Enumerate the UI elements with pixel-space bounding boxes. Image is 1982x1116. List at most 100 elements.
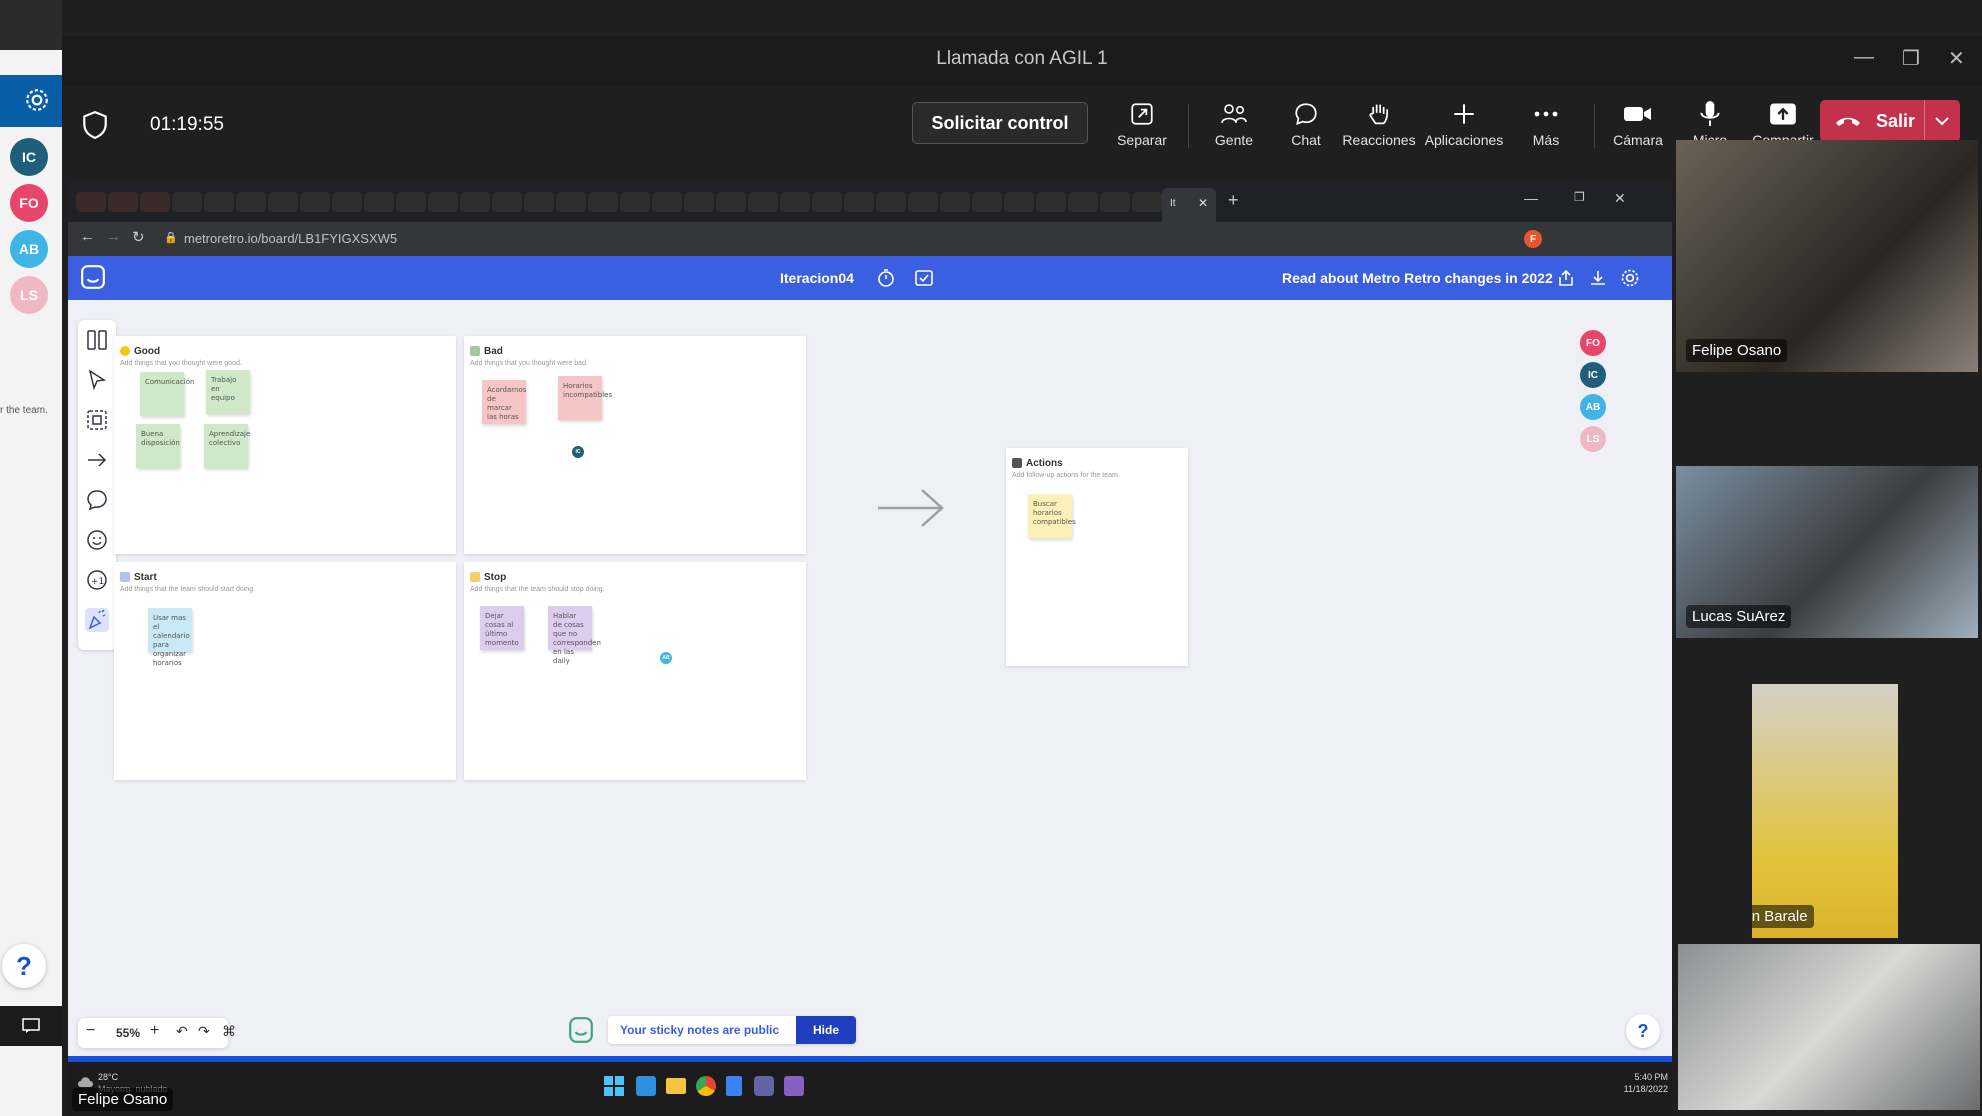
select-icon[interactable] <box>85 368 109 392</box>
browser-tab[interactable] <box>1004 192 1034 212</box>
video-tile[interactable]: Lucas SuArez <box>1676 466 1978 638</box>
participant-avatar[interactable]: FO <box>1580 330 1606 356</box>
shortcuts-icon[interactable]: ⌘ <box>222 1023 236 1040</box>
board-name[interactable]: Iteracion04 <box>780 270 854 286</box>
reload-icon[interactable]: ↻ <box>132 228 145 246</box>
browser-tab[interactable] <box>780 192 810 212</box>
browser-tab[interactable] <box>620 192 650 212</box>
browser-tab[interactable] <box>684 192 714 212</box>
request-control-button[interactable]: Solicitar control <box>912 102 1088 144</box>
celebrate-icon[interactable] <box>85 608 109 632</box>
metroretro-logo-icon[interactable] <box>80 264 106 290</box>
gear-icon[interactable] <box>24 87 50 113</box>
profile-avatar[interactable]: F <box>1524 230 1542 248</box>
video-tile[interactable]: Felipe Osano <box>1676 140 1978 372</box>
sticky-note[interactable]: Buscar horarios compatibles <box>1028 494 1076 538</box>
browser-tab[interactable] <box>140 192 170 212</box>
browser-tab[interactable] <box>492 192 522 212</box>
sticky-note[interactable]: Comunicación <box>140 372 194 416</box>
leave-button[interactable]: Salir <box>1820 100 1960 142</box>
timer-icon[interactable] <box>876 268 896 288</box>
participant-avatar[interactable]: AB <box>1580 394 1606 420</box>
back-icon[interactable]: ← <box>80 228 95 245</box>
sticky-note[interactable]: Dejar cosas al último momento <box>480 606 524 650</box>
zoom-out-icon[interactable]: − <box>86 1022 95 1040</box>
close-tab-icon[interactable]: ✕ <box>1198 196 1208 210</box>
visual-studio-icon[interactable] <box>784 1076 804 1096</box>
participant-avatar[interactable]: LS <box>1580 426 1606 452</box>
teams-icon[interactable] <box>754 1076 774 1096</box>
browser-tab[interactable] <box>1132 192 1162 212</box>
browser-tab[interactable] <box>428 192 458 212</box>
vscode-icon[interactable] <box>636 1076 656 1096</box>
sticky-note[interactable]: Acordarnos de marcar las horas <box>482 380 526 424</box>
sticky-note[interactable]: Usar mas el calendario para organizar ho… <box>148 608 192 667</box>
hide-button[interactable]: Hide <box>796 1016 856 1044</box>
chat-button[interactable]: Chat <box>1268 96 1344 148</box>
clock-date[interactable]: 11/18/2022 <box>1608 1084 1668 1094</box>
help-button[interactable]: ? <box>2 944 46 988</box>
reactions-button[interactable]: Reacciones <box>1334 96 1424 148</box>
browser-tab[interactable] <box>364 192 394 212</box>
settings-icon[interactable] <box>1620 268 1640 288</box>
browser-tab[interactable] <box>172 192 202 212</box>
restore-icon[interactable]: ❐ <box>1574 190 1585 204</box>
browser-tab[interactable] <box>460 192 490 212</box>
windows-start-icon[interactable] <box>604 1076 624 1096</box>
board-start[interactable]: Start Add things that the team should st… <box>114 562 456 780</box>
sticky-note[interactable]: Aprendizaje colectivo <box>204 424 250 468</box>
sticky-note[interactable]: Trabajo en equipo <box>206 370 250 414</box>
board-arrow-icon[interactable] <box>876 486 946 530</box>
arrow-icon[interactable] <box>85 448 109 472</box>
download-icon[interactable] <box>1588 268 1608 288</box>
browser-tab[interactable] <box>748 192 778 212</box>
board-good[interactable]: Good Add things that you thought were go… <box>114 336 456 554</box>
browser-tab[interactable] <box>300 192 330 212</box>
notepad-icon[interactable] <box>726 1076 742 1096</box>
new-tab-icon[interactable]: + <box>1228 190 1239 211</box>
people-button[interactable]: Gente <box>1196 96 1272 148</box>
weather-temperature[interactable]: 28°C <box>98 1072 118 1082</box>
participant-avatar[interactable]: IC <box>1580 362 1606 388</box>
browser-tab[interactable] <box>556 192 586 212</box>
browser-tab[interactable] <box>844 192 874 212</box>
browser-tab[interactable] <box>876 192 906 212</box>
browser-tab[interactable] <box>716 192 746 212</box>
restore-icon[interactable]: ❐ <box>1902 46 1920 71</box>
video-tile[interactable]: Agustin Barale <box>1752 684 1898 938</box>
undo-icon[interactable]: ↶ <box>176 1023 188 1040</box>
clock-time[interactable]: 5:40 PM <box>1618 1072 1668 1082</box>
sticky-note[interactable]: Horarios incompatibles <box>558 376 612 420</box>
video-tile[interactable] <box>1678 944 1980 1110</box>
browser-tab[interactable] <box>76 192 106 212</box>
browser-tab[interactable] <box>396 192 426 212</box>
camera-button[interactable]: Cámara <box>1600 96 1676 148</box>
board-bad[interactable]: Bad Add things that you thought were bad… <box>464 336 806 554</box>
redo-icon[interactable]: ↷ <box>198 1023 210 1040</box>
chevron-down-icon[interactable] <box>1934 114 1950 128</box>
forward-icon[interactable]: → <box>106 228 121 245</box>
message-icon[interactable] <box>22 1018 40 1034</box>
more-button[interactable]: Más <box>1508 96 1584 148</box>
browser-tab[interactable] <box>108 192 138 212</box>
comment-icon[interactable] <box>85 488 109 512</box>
help-button[interactable]: ? <box>1626 1014 1660 1048</box>
news-link[interactable]: Read about Metro Retro changes in 2022 <box>1282 270 1553 286</box>
close-icon[interactable]: ✕ <box>1948 46 1965 71</box>
apps-button[interactable]: Aplicaciones <box>1416 96 1512 148</box>
sticky-note[interactable]: Buena disposición <box>136 424 180 468</box>
file-explorer-icon[interactable] <box>666 1078 686 1094</box>
browser-tab[interactable] <box>204 192 234 212</box>
browser-tab[interactable] <box>940 192 970 212</box>
browser-tab[interactable] <box>1068 192 1098 212</box>
export-icon[interactable] <box>1556 268 1576 288</box>
browser-tab[interactable] <box>1036 192 1066 212</box>
multi-select-icon[interactable] <box>85 408 109 432</box>
stickies-panel-icon[interactable] <box>85 328 109 352</box>
chrome-icon[interactable] <box>696 1076 716 1096</box>
browser-tab[interactable] <box>236 192 266 212</box>
close-icon[interactable]: ✕ <box>1614 190 1626 207</box>
board-stop[interactable]: Stop Add things that the team should sto… <box>464 562 806 780</box>
browser-tab[interactable] <box>1100 192 1130 212</box>
browser-tab[interactable] <box>268 192 298 212</box>
